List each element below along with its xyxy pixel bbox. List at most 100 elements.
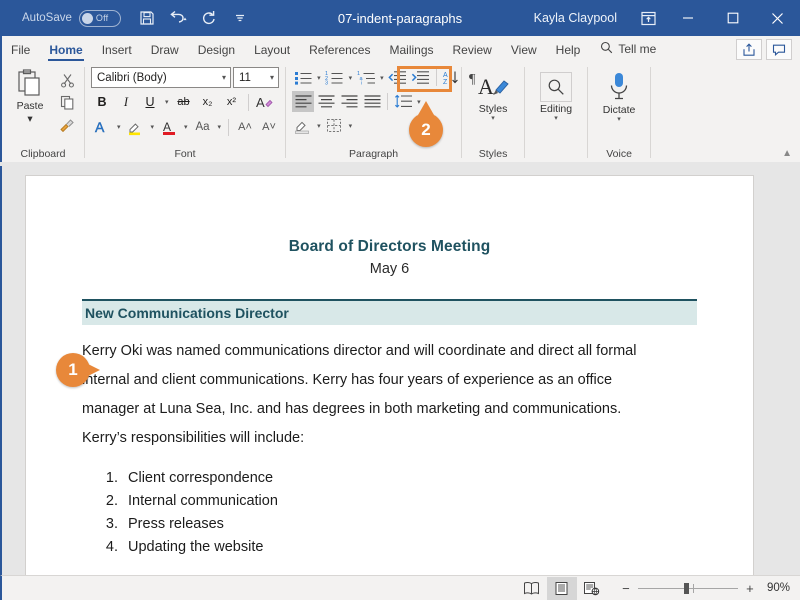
maximize-button[interactable] xyxy=(710,0,755,36)
document-page[interactable]: Board of Directors Meeting May 6 New Com… xyxy=(25,175,754,575)
change-case-chevron-down-icon[interactable]: ▾ xyxy=(216,123,224,131)
superscript-button[interactable]: x² xyxy=(221,91,243,113)
font-size-combo[interactable]: 11 ▾ xyxy=(233,67,279,88)
customize-qat-icon[interactable] xyxy=(226,5,254,31)
autosave-switch[interactable]: Off xyxy=(79,10,121,27)
shading-chevron-down-icon[interactable]: ▾ xyxy=(315,122,323,130)
align-right-button[interactable] xyxy=(338,91,360,112)
center-button[interactable] xyxy=(315,91,337,112)
zoom-in-button[interactable]: + xyxy=(745,581,755,596)
bullets-chevron-down-icon[interactable]: ▾ xyxy=(315,74,323,82)
undo-icon[interactable] xyxy=(164,5,192,31)
multilevel-list-button[interactable]: 1ai xyxy=(355,67,377,88)
tab-file[interactable]: File xyxy=(2,40,39,62)
paste-label: Paste xyxy=(17,100,44,112)
tab-draw[interactable]: Draw xyxy=(142,40,188,62)
text-highlight-color-button[interactable] xyxy=(125,116,147,138)
font-name-value: Calibri (Body) xyxy=(97,72,220,84)
clear-formatting-button[interactable]: A xyxy=(254,91,276,113)
decrease-indent-button[interactable] xyxy=(387,67,409,88)
save-icon[interactable] xyxy=(133,5,161,31)
tab-review[interactable]: Review xyxy=(444,40,501,62)
chevron-down-icon[interactable]: ▾ xyxy=(220,73,228,82)
user-account-name[interactable]: Kayla Claypool xyxy=(534,11,617,25)
zoom-level-label[interactable]: 90% xyxy=(767,582,790,594)
justify-button[interactable] xyxy=(361,91,383,112)
borders-button[interactable] xyxy=(324,115,346,136)
comments-button[interactable] xyxy=(766,39,792,60)
bullets-button[interactable] xyxy=(292,67,314,88)
svg-text:A: A xyxy=(163,120,171,134)
strikethrough-button[interactable]: ab xyxy=(173,91,195,113)
document-area[interactable]: Board of Directors Meeting May 6 New Com… xyxy=(0,166,800,575)
highlight-chevron-down-icon[interactable]: ▾ xyxy=(149,123,157,131)
tell-me-search[interactable]: Tell me xyxy=(590,38,664,62)
format-painter-button[interactable] xyxy=(54,114,80,135)
change-case-button[interactable]: Aa xyxy=(192,116,214,138)
zoom-control[interactable]: − + xyxy=(621,581,755,596)
tab-help[interactable]: Help xyxy=(547,40,590,62)
bold-button[interactable]: B xyxy=(91,91,113,113)
dictate-button[interactable]: Dictate ▾ xyxy=(593,67,645,124)
tab-references[interactable]: References xyxy=(300,40,379,62)
read-mode-button[interactable] xyxy=(517,577,547,600)
shrink-font-button[interactable]: A˅ xyxy=(258,116,280,138)
font-color-chevron-down-icon[interactable]: ▾ xyxy=(182,123,190,131)
list-item[interactable]: Client correspondence xyxy=(122,467,697,490)
align-left-button[interactable] xyxy=(292,91,314,112)
chevron-down-icon[interactable]: ▾ xyxy=(554,115,558,123)
autosave-toggle[interactable]: AutoSave Off xyxy=(22,10,121,27)
grow-font-button[interactable]: A˄ xyxy=(234,116,256,138)
chevron-down-icon[interactable]: ▾ xyxy=(617,116,621,124)
shading-button[interactable] xyxy=(292,115,314,136)
tab-design[interactable]: Design xyxy=(189,40,244,62)
increase-indent-button[interactable] xyxy=(410,67,432,88)
line-spacing-button[interactable] xyxy=(392,91,414,112)
cut-button[interactable] xyxy=(54,70,80,91)
underline-button[interactable]: U xyxy=(139,91,161,113)
chevron-down-icon[interactable]: ▾ xyxy=(27,113,32,125)
close-button[interactable] xyxy=(755,0,800,36)
copy-button[interactable] xyxy=(54,92,80,113)
numbering-button[interactable]: 123 xyxy=(324,67,346,88)
redo-icon[interactable] xyxy=(195,5,223,31)
tab-home[interactable]: Home xyxy=(40,40,91,62)
tab-mailings[interactable]: Mailings xyxy=(380,40,442,62)
document-paragraph[interactable]: Kerry Oki was named communications direc… xyxy=(82,337,642,453)
list-item[interactable]: Internal communication xyxy=(122,490,697,513)
tab-view[interactable]: View xyxy=(502,40,546,62)
web-layout-button[interactable] xyxy=(577,577,607,600)
zoom-out-button[interactable]: − xyxy=(621,581,631,596)
share-button[interactable] xyxy=(736,39,762,60)
italic-button[interactable]: I xyxy=(115,91,137,113)
subscript-button[interactable]: x₂ xyxy=(197,91,219,113)
styles-button[interactable]: A Styles ▾ xyxy=(467,68,519,123)
minimize-button[interactable] xyxy=(665,0,710,36)
clipboard-group-label: Clipboard xyxy=(2,147,84,162)
list-item[interactable]: Updating the website xyxy=(122,536,697,559)
text-effects-button[interactable]: A xyxy=(91,116,113,138)
divider xyxy=(387,93,388,110)
chevron-down-icon[interactable]: ▾ xyxy=(268,73,276,82)
tab-insert[interactable]: Insert xyxy=(93,40,141,62)
paste-button[interactable]: Paste ▾ xyxy=(8,67,52,125)
underline-chevron-down-icon[interactable]: ▾ xyxy=(163,98,171,106)
numbering-chevron-down-icon[interactable]: ▾ xyxy=(347,74,355,82)
print-layout-button[interactable] xyxy=(547,577,577,600)
ribbon-display-options-icon[interactable] xyxy=(631,0,665,36)
zoom-slider[interactable] xyxy=(638,588,738,589)
chevron-down-icon[interactable]: ▾ xyxy=(491,115,495,123)
editing-button[interactable]: Editing ▾ xyxy=(530,68,582,123)
borders-chevron-down-icon[interactable]: ▾ xyxy=(347,122,355,130)
sort-button[interactable]: AZ xyxy=(441,67,463,88)
multilevel-chevron-down-icon[interactable]: ▾ xyxy=(378,74,386,82)
collapse-ribbon-icon[interactable]: ▲ xyxy=(782,148,792,159)
font-color-button[interactable]: A xyxy=(158,116,180,138)
font-name-combo[interactable]: Calibri (Body) ▾ xyxy=(91,67,231,88)
zoom-slider-thumb[interactable] xyxy=(684,583,689,594)
document-numbered-list[interactable]: Client correspondence Internal communica… xyxy=(122,467,697,559)
list-item[interactable]: Press releases xyxy=(122,513,697,536)
tab-layout[interactable]: Layout xyxy=(245,40,299,62)
text-effects-chevron-down-icon[interactable]: ▾ xyxy=(115,123,123,131)
group-divider xyxy=(650,67,651,158)
